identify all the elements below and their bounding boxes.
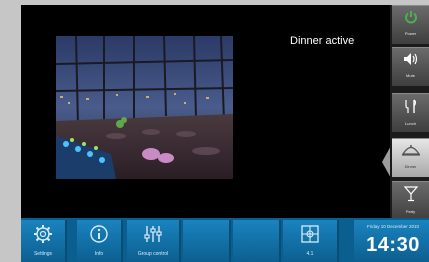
- mute-label: Mute: [406, 73, 415, 78]
- touch-screen: Dinner active Power Mute Lunch Dinner Pa…: [21, 5, 429, 262]
- restaurant-photo: [56, 36, 233, 179]
- status-text: Dinner active: [290, 35, 355, 47]
- scene-image: [56, 36, 233, 179]
- dinner-label: Dinner: [404, 164, 417, 169]
- empty-tile-2: [233, 220, 281, 262]
- party-button[interactable]: Party: [392, 181, 429, 220]
- date-text: Friday 10 December 2010: [366, 224, 420, 229]
- dinner-button[interactable]: Dinner: [392, 138, 429, 177]
- zone-label: 4.1: [306, 251, 314, 257]
- gear-icon: [33, 224, 53, 249]
- empty-tile-1: [183, 220, 231, 262]
- sliders-icon: [142, 224, 164, 249]
- power-button[interactable]: Power: [392, 5, 429, 44]
- lunch-label: Lunch: [405, 121, 416, 126]
- bottom-bar: Settings Info Group control 4.1 Friday 1…: [21, 218, 429, 262]
- time-text: 14:30: [366, 234, 420, 256]
- settings-button[interactable]: Settings: [21, 220, 67, 262]
- info-icon: [89, 224, 109, 249]
- clock-display: Friday 10 December 2010 14:30: [354, 220, 429, 262]
- device-frame: Dinner active Power Mute Lunch Dinner Pa…: [0, 0, 429, 262]
- lunch-icon: [403, 98, 419, 119]
- power-icon: [404, 10, 418, 29]
- party-label: Party: [405, 209, 416, 214]
- scene-sidebar: Power Mute Lunch Dinner Party: [390, 5, 429, 220]
- info-button[interactable]: Info: [77, 220, 123, 262]
- settings-label: Settings: [33, 251, 53, 257]
- power-label: Power: [404, 31, 417, 36]
- speaker-icon: [403, 52, 419, 71]
- lunch-button[interactable]: Lunch: [392, 93, 429, 132]
- zone-icon: [300, 224, 320, 249]
- main-area: Dinner active: [21, 5, 383, 218]
- cocktail-icon: [403, 186, 418, 207]
- mute-button[interactable]: Mute: [392, 47, 429, 86]
- info-label: Info: [94, 251, 104, 257]
- group-control-button[interactable]: Group control: [127, 220, 181, 262]
- dinner-cloche-icon: [401, 143, 421, 162]
- zone-button[interactable]: 4.1: [283, 220, 339, 262]
- group-control-label: Group control: [137, 251, 169, 257]
